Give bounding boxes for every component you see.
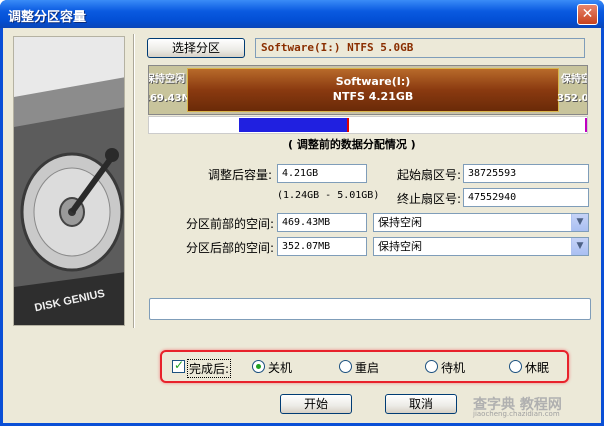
data-usage-bar — [148, 116, 588, 134]
radio-hibernate[interactable] — [509, 360, 522, 373]
end-sector-field[interactable]: 47552940 — [463, 188, 589, 207]
disk-partition-map[interactable]: 保持空闲 469.43MB Software(I:) NTFS 4.21GB 保… — [148, 65, 588, 115]
hard-drive-illustration — [14, 37, 124, 325]
back-space-field[interactable]: 352.07MB — [277, 237, 367, 256]
select-partition-button[interactable]: 选择分区 — [147, 38, 245, 58]
watermark-url: jiaocheng.chazidian.com — [473, 410, 560, 418]
used-data-region — [239, 118, 347, 132]
close-button[interactable]: ✕ — [577, 4, 598, 25]
current-partition-info: Software(I:) NTFS 5.0GB — [255, 38, 585, 58]
after-done-checkbox[interactable]: ✓ — [172, 358, 185, 373]
radio-selected-dot — [256, 364, 261, 369]
free-space-before-segment[interactable]: 保持空闲 469.43MB — [148, 66, 199, 114]
cancel-button[interactable]: 取消 — [385, 394, 457, 414]
chevron-down-icon[interactable]: ▼ — [571, 238, 588, 255]
radio-hibernate-label[interactable]: 休眠 — [525, 359, 549, 376]
free-after-title: 保持空闲 — [561, 74, 587, 85]
window-title: 调整分区容量 — [8, 10, 87, 25]
start-sector-field[interactable]: 38725593 — [463, 164, 589, 183]
free-after-size: 352.07MB — [557, 93, 588, 104]
radio-shutdown-label[interactable]: 关机 — [268, 359, 292, 376]
after-completion-options: ✓ 完成后: 关机 重启 待机 休眠 — [160, 350, 569, 383]
back-space-dropdown[interactable]: 保持空闲 ▼ — [373, 237, 589, 256]
dialog-body: DISK GENIUS 选择分区 Software(I:) NTFS 5.0GB… — [3, 28, 601, 423]
radio-shutdown[interactable] — [252, 360, 265, 373]
partition-segment[interactable]: Software(I:) NTFS 4.21GB — [187, 68, 559, 112]
back-space-option: 保持空闲 — [378, 240, 422, 253]
partition-end-marker — [585, 118, 587, 132]
end-sector-label: 终止扇区号: — [397, 192, 462, 206]
back-space-label: 分区后部的空间: — [186, 241, 275, 255]
front-space-option: 保持空闲 — [378, 216, 422, 229]
radio-standby-label[interactable]: 待机 — [441, 359, 465, 376]
data-allocation-caption: ( 调整前的数据分配情况 ) — [288, 138, 416, 151]
start-sector-label: 起始扇区号: — [397, 168, 462, 182]
chevron-down-icon[interactable]: ▼ — [571, 214, 588, 231]
front-space-label: 分区前部的空间: — [186, 217, 275, 231]
partition-name: Software(I:) — [335, 75, 411, 88]
close-icon: ✕ — [581, 6, 594, 22]
start-button[interactable]: 开始 — [280, 394, 352, 414]
radio-restart[interactable] — [339, 360, 352, 373]
resize-partition-dialog: 调整分区容量 ✕ DISK GENIUS 选择分区 Software(I:) N… — [0, 0, 604, 426]
checkmark-icon: ✓ — [174, 358, 185, 372]
size-after-label: 调整后容量: — [208, 168, 273, 182]
data-end-marker — [347, 118, 349, 132]
free-before-title: 保持空闲 — [148, 74, 185, 85]
size-range-hint: (1.24GB - 5.01GB) — [277, 190, 380, 201]
partition-fs-size: NTFS 4.21GB — [332, 90, 414, 103]
radio-standby[interactable] — [425, 360, 438, 373]
size-after-field[interactable]: 4.21GB — [277, 164, 367, 183]
progress-bar — [149, 298, 591, 320]
radio-restart-label[interactable]: 重启 — [355, 359, 379, 376]
vertical-divider — [133, 34, 135, 328]
title-bar[interactable]: 调整分区容量 ✕ — [0, 0, 604, 28]
free-space-after-segment[interactable]: 保持空闲 352.07MB — [557, 66, 588, 114]
disk-genius-side-image: DISK GENIUS — [13, 36, 125, 326]
front-space-dropdown[interactable]: 保持空闲 ▼ — [373, 213, 589, 232]
watermark: 查字典 教程网 jiaocheng.chazidian.com — [473, 394, 603, 422]
after-done-label[interactable]: 完成后: — [187, 359, 232, 378]
front-space-field[interactable]: 469.43MB — [277, 213, 367, 232]
